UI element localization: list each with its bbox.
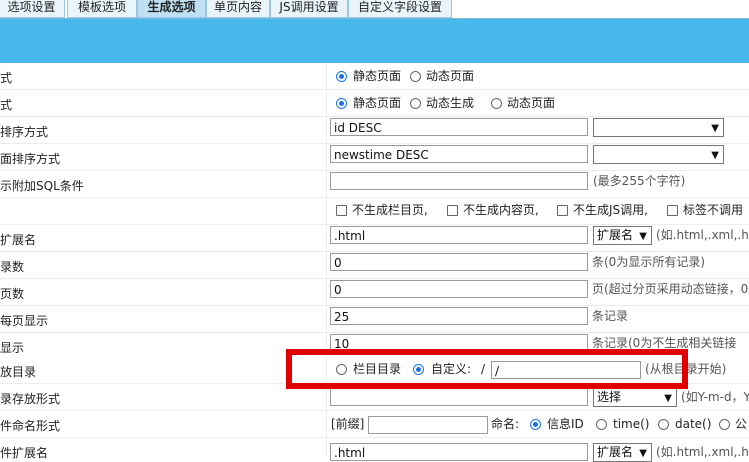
radio-label: 静态页面 bbox=[353, 69, 402, 83]
list-sort-input[interactable]: id DESC bbox=[330, 118, 588, 136]
radio-label: 动态页面 bbox=[507, 96, 556, 110]
form-row: 示附加SQL条件 (最多255个字符) bbox=[0, 171, 749, 198]
tab-custom-field-settings[interactable]: 自定义字段设置 bbox=[348, 0, 452, 18]
radio-label: 动态页面 bbox=[426, 69, 475, 83]
list-sort-select[interactable]: ▼ bbox=[593, 118, 724, 137]
radio-static-page[interactable] bbox=[336, 98, 347, 109]
row-label: 每页显示 bbox=[0, 314, 49, 328]
row-label: 件命名形式 bbox=[0, 419, 61, 433]
prefix-label: [前缀] bbox=[331, 417, 365, 431]
directory-format-select[interactable]: 选择 ▼ bbox=[593, 388, 677, 407]
no-tag-call-checkbox[interactable] bbox=[667, 205, 678, 216]
directory-format-input[interactable] bbox=[330, 388, 588, 406]
page-sort-select[interactable]: ▼ bbox=[593, 145, 724, 164]
no-js-call-checkbox[interactable] bbox=[557, 205, 568, 216]
tab-template-options[interactable]: 模板选项 bbox=[67, 0, 137, 18]
radio-static-page[interactable] bbox=[336, 71, 347, 82]
sql-condition-note: (最多255个字符) bbox=[593, 174, 686, 188]
radio-label: 静态页面 bbox=[353, 96, 402, 110]
checkbox-label: 不生成内容页, bbox=[463, 203, 539, 217]
content-extension-select[interactable]: 扩展名 ▼ bbox=[593, 443, 652, 462]
file-extension-note: (如.html,.xml,.htm bbox=[656, 228, 749, 242]
record-count-note: 条(0为显示所有记录) bbox=[592, 255, 705, 269]
page-sort-input[interactable]: newstime DESC bbox=[330, 145, 588, 163]
form-row: 式 静态页面 动态页面 bbox=[0, 63, 749, 90]
filename-prefix-input[interactable] bbox=[368, 416, 488, 434]
form-row: 排序方式 id DESC ▼ bbox=[0, 117, 749, 144]
row-label: 排序方式 bbox=[0, 125, 49, 139]
form-row: 录数 0 条(0为显示所有记录) bbox=[0, 252, 749, 279]
tab-options-settings[interactable]: 选项设置 bbox=[0, 0, 65, 18]
row-label: 显示 bbox=[0, 341, 25, 355]
row-label: 扩展名 bbox=[0, 233, 37, 247]
highlight-box bbox=[286, 349, 688, 389]
select-value: 选择 bbox=[597, 390, 622, 404]
checkbox-label: 不生成JS调用, bbox=[573, 203, 648, 217]
directory-format-note: (如Y-m-d，Y bbox=[681, 390, 749, 404]
form-row: 件命名形式 [前缀] 命名: 信息ID time() date() 公 bbox=[0, 411, 749, 438]
tab-strip: 选项设置 模板选项 生成选项 单页内容 JS调用设置 自定义字段设置 bbox=[0, 0, 749, 19]
checkbox-label: 不生成栏目页, bbox=[352, 203, 428, 217]
file-extension-select[interactable]: 扩展名 ▼ bbox=[593, 226, 652, 245]
per-page-input[interactable]: 25 bbox=[330, 307, 588, 325]
radio-label: time() bbox=[613, 417, 650, 431]
row-label: 面排序方式 bbox=[0, 152, 61, 166]
content-extension-note: (如.html,.xml,.htm bbox=[656, 445, 749, 459]
select-value: 扩展名 bbox=[597, 445, 634, 459]
record-count-input[interactable]: 0 bbox=[330, 253, 588, 271]
radio-label: 动态生成 bbox=[426, 96, 475, 110]
row-label: 页数 bbox=[0, 287, 25, 301]
radio-date[interactable] bbox=[658, 419, 669, 430]
row-label: 式 bbox=[0, 98, 13, 112]
form-row: 每页显示 25 条记录 bbox=[0, 306, 749, 333]
radio-dynamic-generate[interactable] bbox=[410, 98, 421, 109]
tab-single-page-content[interactable]: 单页内容 bbox=[206, 0, 270, 18]
row-label: 件扩展名 bbox=[0, 446, 49, 460]
checkbox-label: 标签不调用 bbox=[683, 203, 744, 217]
sql-condition-input[interactable] bbox=[330, 172, 588, 190]
column-divider bbox=[326, 63, 327, 458]
naming-label: 命名: bbox=[491, 417, 520, 431]
tab-generate-options[interactable]: 生成选项 bbox=[137, 0, 206, 18]
radio-dynamic-page[interactable] bbox=[491, 98, 502, 109]
row-label: 示附加SQL条件 bbox=[0, 179, 84, 193]
form-row: 面排序方式 newstime DESC ▼ bbox=[0, 144, 749, 171]
chevron-down-icon: ▼ bbox=[711, 123, 719, 134]
no-column-page-checkbox[interactable] bbox=[336, 205, 347, 216]
form-row: 页数 0 页(超过分页采用动态链接，0 bbox=[0, 279, 749, 306]
content-extension-input[interactable]: .html bbox=[330, 443, 588, 461]
file-extension-input[interactable]: .html bbox=[330, 226, 588, 244]
select-value: 扩展名 bbox=[597, 228, 634, 242]
per-page-note: 条记录 bbox=[592, 309, 629, 323]
radio-other[interactable] bbox=[719, 419, 730, 430]
row-label: 录存放形式 bbox=[0, 392, 61, 406]
chevron-down-icon: ▼ bbox=[711, 150, 719, 161]
radio-info-id[interactable] bbox=[530, 419, 541, 430]
radio-time[interactable] bbox=[596, 419, 607, 430]
row-label: 录数 bbox=[0, 260, 25, 274]
radio-label: date() bbox=[675, 417, 712, 431]
page-count-note: 页(超过分页采用动态链接，0 bbox=[592, 282, 749, 296]
chevron-down-icon: ▼ bbox=[639, 231, 647, 242]
form-row: 式 静态页面 动态生成 动态页面 bbox=[0, 90, 749, 117]
chevron-down-icon: ▼ bbox=[639, 448, 647, 459]
radio-dynamic-page[interactable] bbox=[410, 71, 421, 82]
form-row: 扩展名 .html 扩展名 ▼ (如.html,.xml,.htm bbox=[0, 225, 749, 252]
row-label: 放目录 bbox=[0, 365, 37, 379]
form-row: 件扩展名 .html 扩展名 ▼ (如.html,.xml,.htm bbox=[0, 438, 749, 462]
no-content-page-checkbox[interactable] bbox=[447, 205, 458, 216]
chevron-down-icon: ▼ bbox=[664, 393, 672, 404]
row-label: 式 bbox=[0, 71, 13, 85]
tab-js-call-settings[interactable]: JS调用设置 bbox=[270, 0, 348, 18]
form-row: 不生成栏目页, 不生成内容页, 不生成JS调用, 标签不调用 bbox=[0, 198, 749, 225]
section-header-bar bbox=[0, 19, 749, 63]
radio-label: 公 bbox=[735, 417, 748, 431]
page-count-input[interactable]: 0 bbox=[330, 280, 588, 298]
radio-label: 信息ID bbox=[547, 417, 584, 431]
